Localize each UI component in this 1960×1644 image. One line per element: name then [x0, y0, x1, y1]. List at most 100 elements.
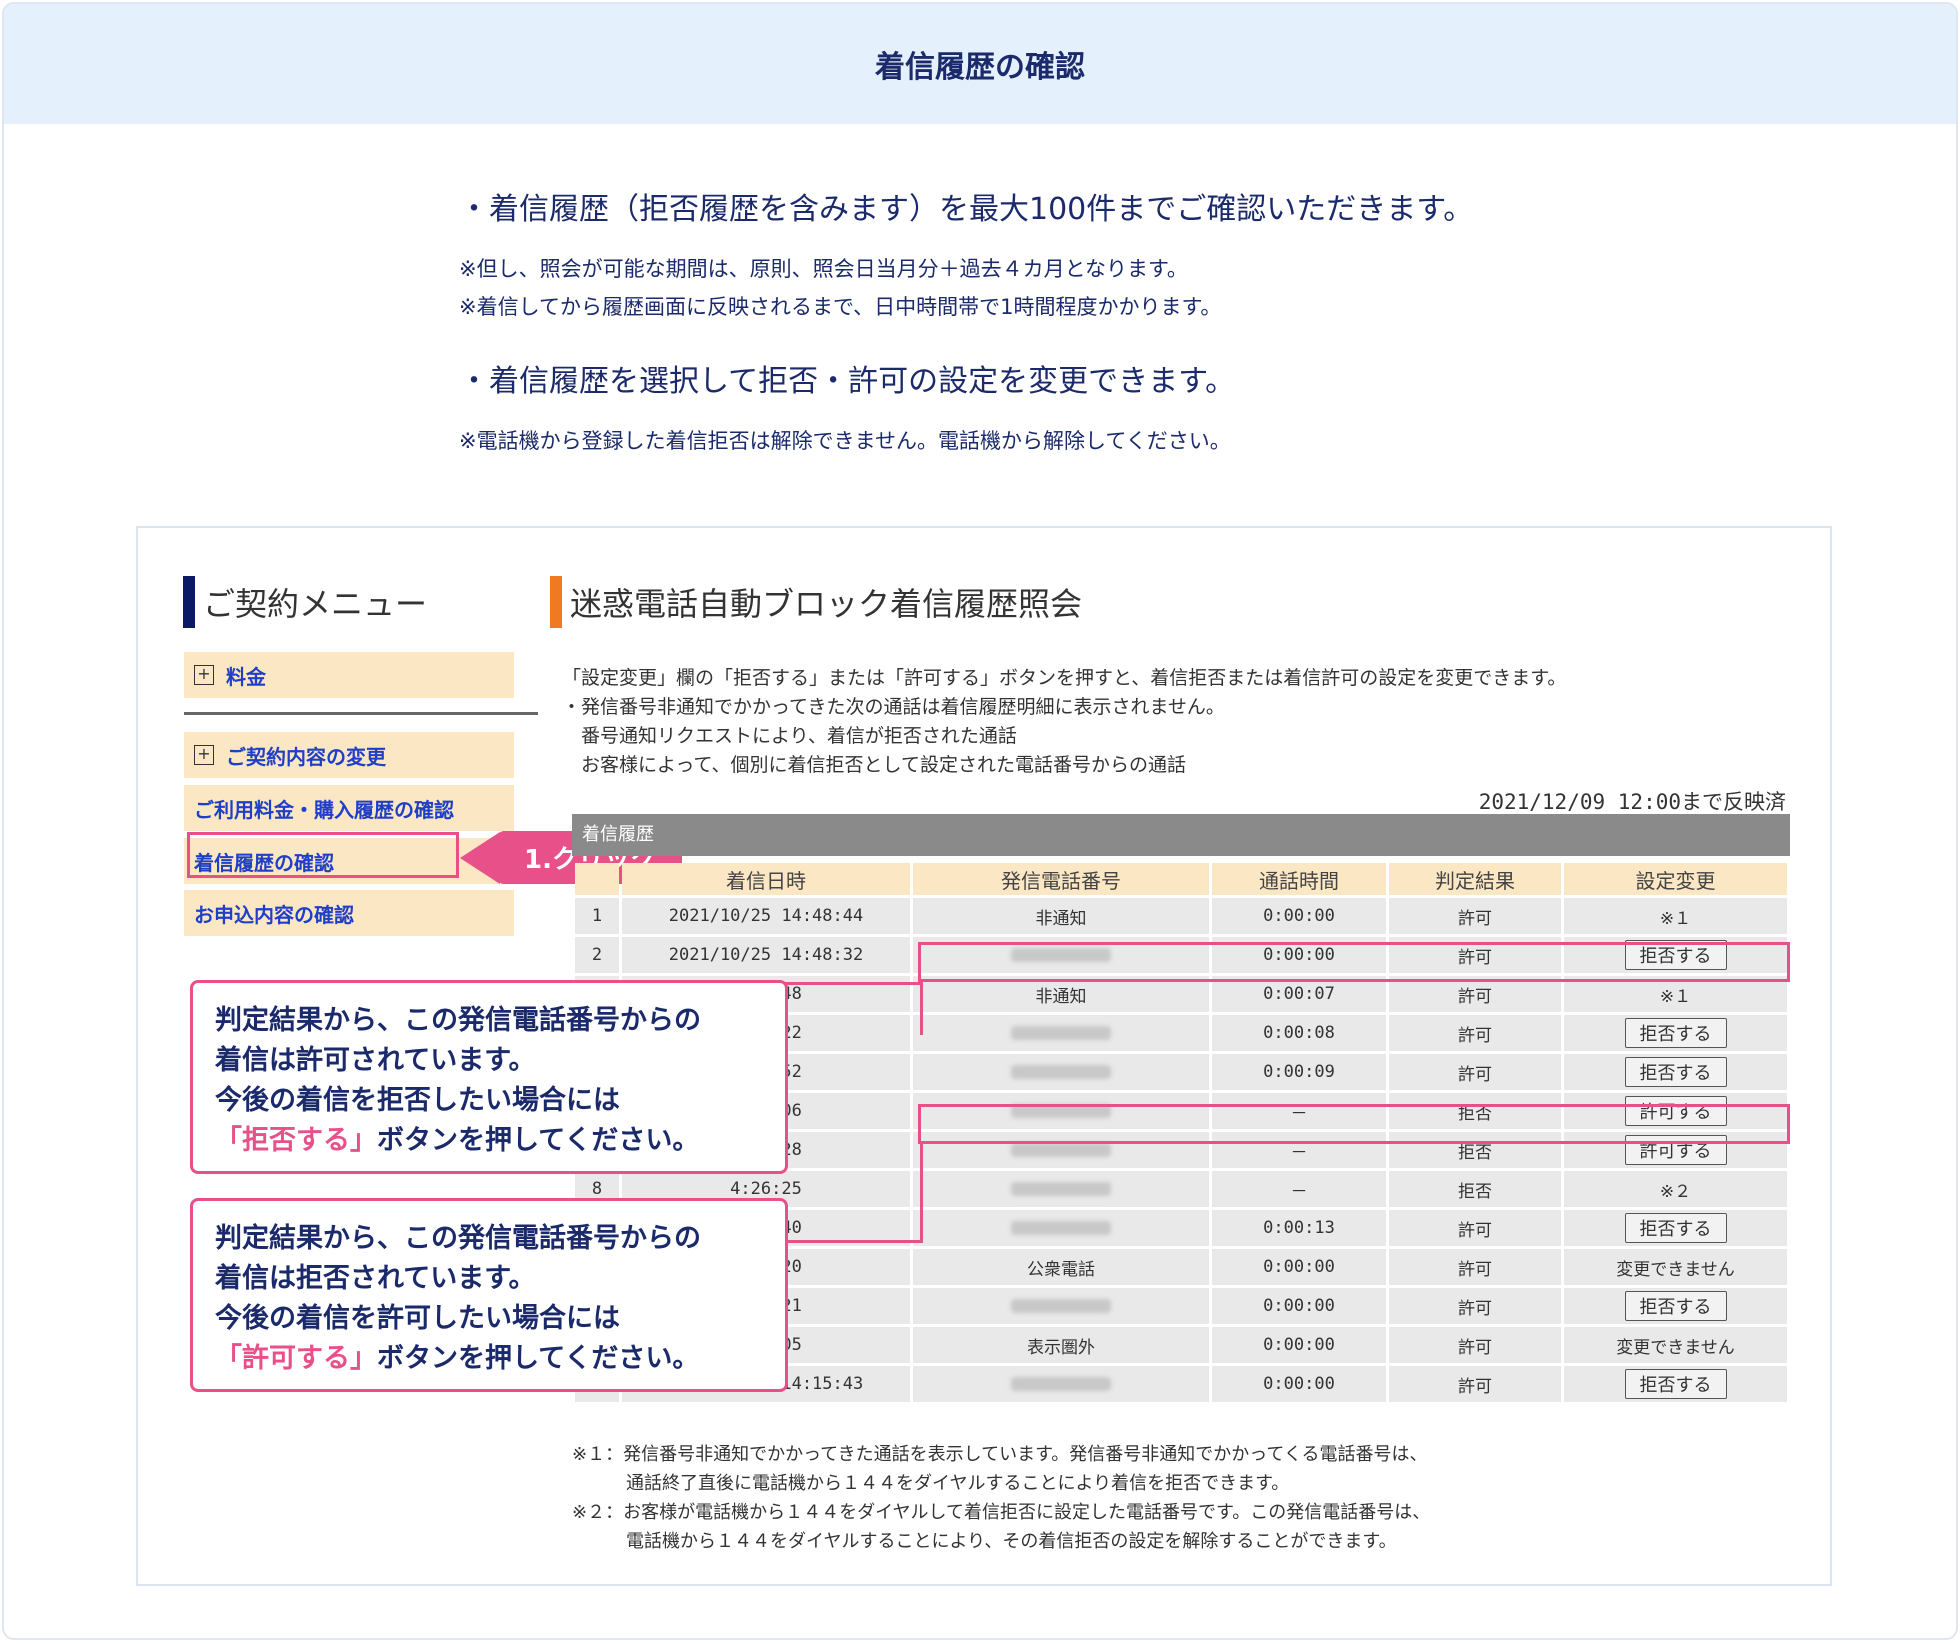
cell-duration: 0:00:09 — [1212, 1054, 1386, 1090]
cell-action: ※２ — [1564, 1171, 1787, 1207]
cell-duration: 0:00:13 — [1212, 1210, 1386, 1246]
callout-rejected: 判定結果から、この発信電話番号からの 着信は拒否されています。 今後の着信を許可… — [190, 1198, 788, 1392]
callout-allowed: 判定結果から、この発信電話番号からの 着信は許可されています。 今後の着信を拒否… — [190, 980, 788, 1174]
arrow-left-icon — [460, 831, 500, 884]
main-title-bar — [550, 576, 562, 628]
main-description: 「設定変更」欄の「拒否する」または「許可する」ボタンを押すと、着信拒否または着信… — [562, 667, 1567, 776]
cell-duration: 0:00:00 — [1212, 898, 1386, 934]
main-title-text: 迷惑電話自動ブロック着信履歴照会 — [570, 585, 1083, 623]
col-duration: 通話時間 — [1212, 863, 1386, 895]
expand-icon[interactable]: + — [194, 665, 214, 685]
cell-number — [913, 1366, 1209, 1402]
reject-button[interactable]: 拒否する — [1624, 1369, 1727, 1399]
masked-number — [1011, 1299, 1111, 1313]
intro-section: ・着信履歴（拒否履歴を含みます）を最大100件までご確認いただきます。 ※但し、… — [459, 184, 1659, 460]
intro-lead-1: ・着信履歴（拒否履歴を含みます）を最大100件までご確認いただきます。 — [459, 192, 1474, 227]
row-highlight-rejected — [918, 1104, 1790, 1144]
menu-divider — [184, 712, 538, 715]
cell-action: 変更できません — [1564, 1327, 1787, 1363]
cell-action: 変更できません — [1564, 1249, 1787, 1285]
col-result: 判定結果 — [1389, 863, 1561, 895]
cell-duration: 0:00:08 — [1212, 1015, 1386, 1051]
masked-number — [1011, 1143, 1111, 1157]
intro-lead-2: ・着信履歴を選択して拒否・許可の設定を変更できます。 — [459, 364, 1236, 399]
table-title: 着信履歴 — [572, 814, 1790, 856]
intro-note-1: ※但し、照会が可能な期間は、原則、照会日当月分＋過去４カ月となります。 — [459, 257, 1188, 281]
reject-button[interactable]: 拒否する — [1624, 1213, 1727, 1243]
cell-no: 2 — [575, 937, 619, 973]
menu-item-label: ご契約内容の変更 — [226, 744, 386, 769]
cell-action: 拒否する — [1564, 1015, 1787, 1051]
cell-duration: 0:00:00 — [1212, 1249, 1386, 1285]
intro-note-2: ※着信してから履歴画面に反映されるまで、日中時間帯で1時間程度かかります。 — [459, 295, 1222, 319]
cell-action: 拒否する — [1564, 1288, 1787, 1324]
cell-number — [913, 1288, 1209, 1324]
reject-button[interactable]: 拒否する — [1624, 1018, 1727, 1048]
menu-title-bar — [183, 576, 195, 628]
cell-action: 拒否する — [1564, 1366, 1787, 1402]
cell-result: 許可 — [1389, 1054, 1561, 1090]
cell-result: 許可 — [1389, 898, 1561, 934]
cell-no: 1 — [575, 898, 619, 934]
expand-icon[interactable]: + — [194, 745, 214, 765]
cell-datetime: 2021/10/25 14:48:44 — [622, 898, 910, 934]
col-number: 発信電話番号 — [913, 863, 1209, 895]
cell-number — [913, 1015, 1209, 1051]
callout-text: 今後の着信を許可したい場合には — [215, 1303, 620, 1334]
cell-result: 許可 — [1389, 1249, 1561, 1285]
masked-number — [1011, 1026, 1111, 1040]
menu-title: ご契約メニュー — [183, 576, 427, 628]
cell-action: ※１ — [1564, 898, 1787, 934]
menu-highlight-frame — [187, 832, 459, 878]
menu-item-usage-history[interactable]: ご利用料金・購入履歴の確認 — [184, 785, 514, 831]
page-title: 着信履歴の確認 — [875, 50, 1085, 85]
cell-datetime: 2021/10/25 14:48:32 — [622, 937, 910, 973]
table-row: 1 2021/10/25 14:48:44 非通知 0:00:00 許可 ※１ — [575, 898, 1787, 934]
callout-text: ボタンを押してください。 — [377, 1343, 700, 1374]
cell-number — [913, 1171, 1209, 1207]
cell-action: 拒否する — [1564, 1210, 1787, 1246]
menu-item-label: 料金 — [226, 664, 266, 689]
callout-highlight: 「許可する」 — [215, 1343, 377, 1374]
cell-duration: 0:00:00 — [1212, 1327, 1386, 1363]
callout-text: 着信は許可されています。 — [215, 1045, 536, 1076]
main-title: 迷惑電話自動ブロック着信履歴照会 — [550, 576, 1082, 628]
callout-text: 判定結果から、この発信電話番号からの — [215, 1223, 701, 1254]
cell-result: 許可 — [1389, 1366, 1561, 1402]
cell-action: 拒否する — [1564, 1054, 1787, 1090]
cell-number — [913, 1054, 1209, 1090]
cell-result: 許可 — [1389, 1288, 1561, 1324]
cell-result: 許可 — [1389, 1327, 1561, 1363]
screenshot-example: ご契約メニュー + 料金 + ご契約内容の変更 ご利用料金・購入履歴の確認 着信… — [136, 526, 1832, 1586]
masked-number — [1011, 1182, 1111, 1196]
cell-number — [913, 1210, 1209, 1246]
col-no — [575, 863, 619, 895]
masked-number — [1011, 1377, 1111, 1391]
cell-duration: 0:00:00 — [1212, 1366, 1386, 1402]
page-card: 着信履歴の確認 ・着信履歴（拒否履歴を含みます）を最大100件までご確認いただき… — [2, 2, 1958, 1640]
masked-number — [1011, 1221, 1111, 1235]
masked-number — [1011, 1065, 1111, 1079]
callout-highlight: 「拒否する」 — [215, 1125, 377, 1156]
reflected-timestamp: 2021/12/09 12:00まで反映済 — [1478, 790, 1786, 814]
cell-result: 拒否 — [1389, 1171, 1561, 1207]
menu-item-label: ご利用料金・購入履歴の確認 — [194, 797, 454, 822]
cell-number: 非通知 — [913, 898, 1209, 934]
reject-button[interactable]: 拒否する — [1624, 1291, 1727, 1321]
menu-title-text: ご契約メニュー — [203, 585, 428, 623]
menu-item-application[interactable]: お申込内容の確認 — [184, 890, 514, 936]
callout-text: ボタンを押してください。 — [377, 1125, 700, 1156]
menu-item-fee[interactable]: + 料金 — [184, 652, 514, 698]
cell-duration: － — [1212, 1171, 1386, 1207]
menu-item-label: お申込内容の確認 — [194, 902, 354, 927]
cell-number: 公衆電話 — [913, 1249, 1209, 1285]
callout-text: 今後の着信を拒否したい場合には — [215, 1085, 620, 1116]
cell-result: 許可 — [1389, 1210, 1561, 1246]
reject-button[interactable]: 拒否する — [1624, 1057, 1727, 1087]
callout-text: 着信は拒否されています。 — [215, 1263, 536, 1294]
cell-number: 表示圏外 — [913, 1327, 1209, 1363]
menu-item-contract-change[interactable]: + ご契約内容の変更 — [184, 732, 514, 778]
row-highlight-allowed — [918, 942, 1790, 982]
col-datetime: 着信日時 — [622, 863, 910, 895]
table-header-row: 着信日時 発信電話番号 通話時間 判定結果 設定変更 — [575, 863, 1787, 895]
